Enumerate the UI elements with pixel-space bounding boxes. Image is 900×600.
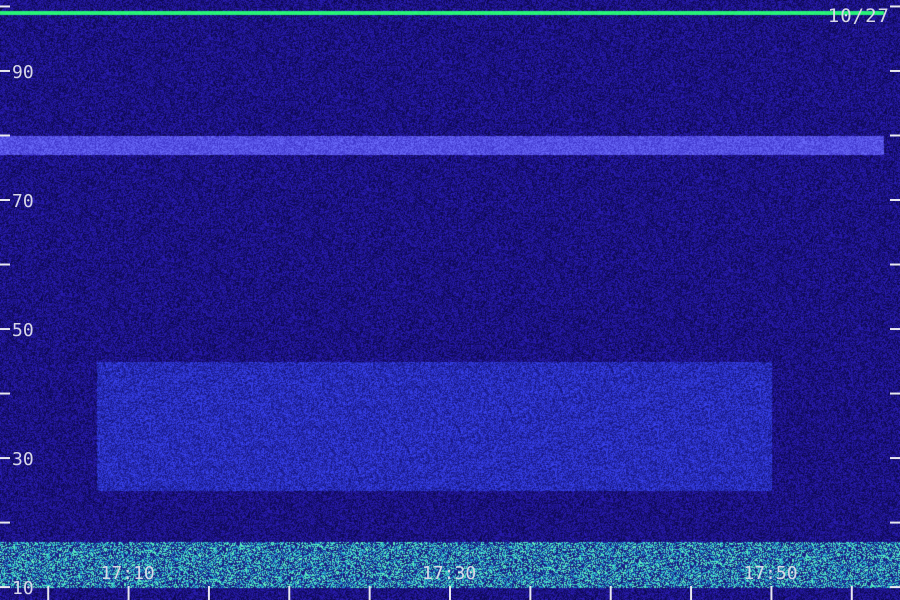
y-tick-label-10: 10 [12,578,34,599]
y-tick-label-30: 30 [12,449,34,470]
x-tick-label-1710: 17:10 [101,563,155,584]
y-tick-label-90: 90 [12,62,34,83]
x-tick-label-1750: 17:50 [743,563,797,584]
spectrogram-chart: 10 30 50 70 90 17:10 17:30 17:50 10/27 [0,0,900,600]
x-tick-label-1730: 17:30 [422,563,476,584]
y-tick-label-70: 70 [12,191,34,212]
axis-overlay: 10 30 50 70 90 17:10 17:30 17:50 [0,5,900,600]
date-label: 10/27 [827,5,890,27]
y-tick-label-50: 50 [12,320,34,341]
